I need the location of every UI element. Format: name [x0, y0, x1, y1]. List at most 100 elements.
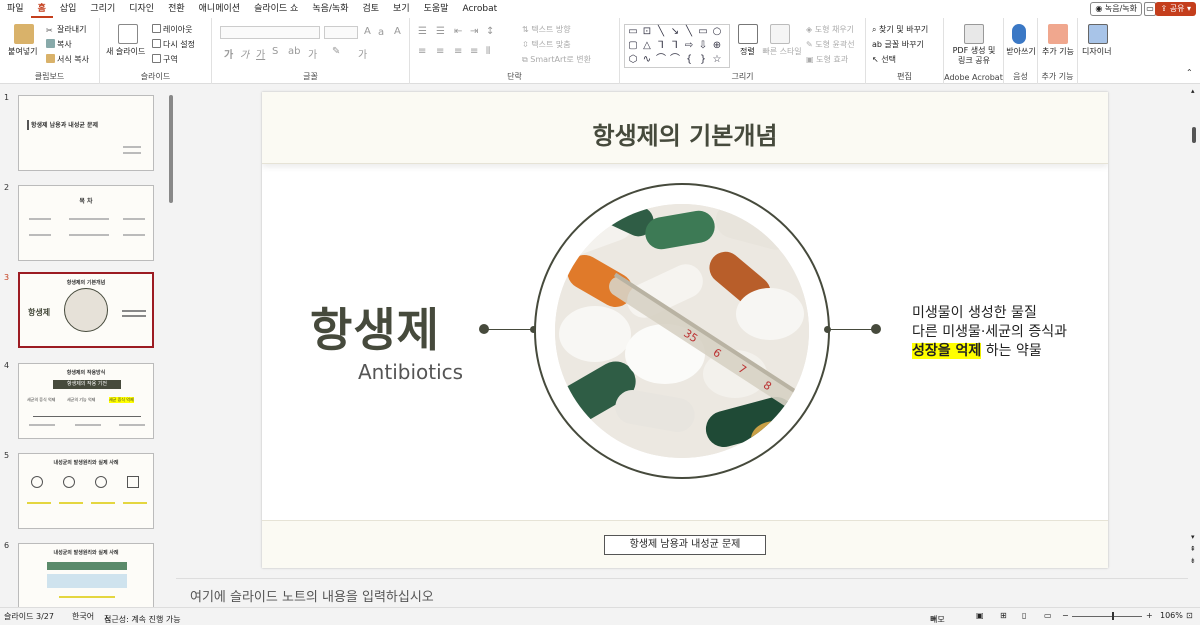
scroll-down-icon[interactable]: ▾: [1191, 533, 1195, 541]
align-right-icon[interactable]: ≡: [454, 46, 462, 57]
clear-format-icon[interactable]: A: [394, 26, 401, 37]
description-line-3[interactable]: 성장을 억제 하는 약물: [912, 340, 1042, 360]
decrease-font-icon[interactable]: a: [378, 27, 384, 38]
line-shape-icon[interactable]: ╲: [655, 26, 667, 38]
strikethrough-icon[interactable]: S: [272, 46, 278, 57]
columns-icon[interactable]: ⫴: [486, 46, 490, 57]
english-term[interactable]: Antibiotics: [358, 360, 463, 384]
language-indicator[interactable]: 한국어: [72, 611, 94, 622]
indent-decrease-icon[interactable]: ⇤: [454, 26, 462, 37]
tab-record[interactable]: 녹음/녹화: [305, 0, 355, 18]
line2-shape-icon[interactable]: ╲: [683, 26, 695, 38]
align-text-button[interactable]: ⇳ 텍스트 맞춤: [522, 39, 571, 50]
slide-canvas[interactable]: 항생제의 기본개념 항생제 Antibiotics 35 6 7 8 미생물이 …: [262, 92, 1108, 568]
footer-title-box[interactable]: 항생제 남용과 내성균 문제: [604, 535, 766, 555]
hexagon-shape-icon[interactable]: ⬡: [627, 54, 639, 66]
shape-effects-button[interactable]: ▣ 도형 효과: [806, 54, 848, 65]
designer-button[interactable]: 디자이너: [1082, 46, 1111, 57]
slide-thumbnail-1[interactable]: 항생제 남용과 내성균 문제: [18, 95, 154, 171]
underline-icon[interactable]: 가: [256, 46, 265, 61]
zoom-slider[interactable]: [1072, 616, 1142, 617]
zoom-level[interactable]: 106%: [1160, 611, 1183, 620]
dictate-button[interactable]: 받아쓰기: [1006, 46, 1036, 57]
select-button[interactable]: ↖ 선택: [872, 54, 896, 65]
zoom-slider-knob[interactable]: [1112, 612, 1114, 620]
slide-thumbnail-2[interactable]: 목 차: [18, 185, 154, 261]
record-button[interactable]: ◉ 녹음/녹화: [1090, 2, 1142, 16]
tab-animations[interactable]: 애니메이션: [192, 0, 247, 18]
shape-outline-button[interactable]: ✎ 도형 윤곽선: [806, 39, 855, 50]
scroll-up-icon[interactable]: ▴: [1191, 87, 1195, 95]
align-center-icon[interactable]: ≡: [436, 46, 444, 57]
pills-image[interactable]: 35 6 7 8: [555, 204, 809, 458]
brace-right-shape-icon[interactable]: }: [697, 54, 709, 66]
more-shapes-icon[interactable]: ⊕: [711, 40, 723, 52]
slide-thumbnail-4[interactable]: 항생제의 작용방식 항생제의 작용 기전 세균의 증식 억제 세균의 기능 억제…: [18, 363, 154, 439]
bullets-icon[interactable]: ☰: [418, 26, 427, 37]
numbering-icon[interactable]: ☰: [436, 26, 445, 37]
brace-left-shape-icon[interactable]: {: [683, 54, 695, 66]
tab-transitions[interactable]: 전환: [161, 0, 192, 18]
tab-help[interactable]: 도움말: [417, 0, 456, 18]
tab-design[interactable]: 디자인: [122, 0, 161, 18]
italic-icon[interactable]: 가: [240, 46, 249, 61]
copy-button[interactable]: 복사: [46, 39, 72, 50]
increase-font-icon[interactable]: A: [364, 26, 371, 37]
tab-file[interactable]: 파일: [0, 0, 31, 18]
align-left-icon[interactable]: ≡: [418, 46, 426, 57]
fit-to-window-icon[interactable]: ⊡: [1186, 611, 1193, 620]
previous-slide-icon[interactable]: ⇞: [1190, 545, 1196, 553]
zoom-in-icon[interactable]: +: [1146, 611, 1153, 620]
slideshow-view-icon[interactable]: ▭: [1044, 611, 1052, 620]
slide-vertical-scrollbar[interactable]: ▴ ▾ ⇞ ⇟: [1188, 85, 1200, 607]
slide-title[interactable]: 항생제의 기본개념: [262, 116, 1108, 151]
slide-thumbnail-6[interactable]: 내성균의 발생원리와 실제 사례: [18, 543, 154, 607]
oval-shape-icon[interactable]: ○: [711, 26, 723, 38]
rounded-rect-shape-icon[interactable]: ▢: [627, 40, 639, 52]
scroll-thumb[interactable]: [169, 95, 173, 203]
triangle-shape-icon[interactable]: △: [641, 40, 653, 52]
slide-thumbnail-5[interactable]: 내성균의 발생원리와 실제 사례: [18, 453, 154, 529]
addins-button[interactable]: 추가 기능: [1042, 46, 1074, 57]
font-color-icon[interactable]: 가: [358, 46, 367, 61]
description-line-2[interactable]: 다른 미생물·세균의 증식과: [912, 321, 1067, 341]
curve-shape-icon[interactable]: ∿: [641, 54, 653, 66]
text-direction-button[interactable]: ⇅ 텍스트 방향: [522, 24, 571, 35]
scroll-thumb[interactable]: [1192, 127, 1196, 143]
create-pdf-button[interactable]: PDF 생성 및 링크 공유: [948, 46, 1000, 66]
new-slide-button[interactable]: 새 슬라이드: [106, 46, 145, 57]
tab-acrobat[interactable]: Acrobat: [455, 0, 504, 18]
right-arrow-shape-icon[interactable]: ⇨: [683, 40, 695, 52]
elbow2-shape-icon[interactable]: ⅂: [669, 40, 681, 52]
slide-thumbnail-3[interactable]: 항생제의 기본개념 항생제: [18, 272, 154, 348]
arc-shape-icon[interactable]: ⌒: [669, 54, 681, 66]
tab-view[interactable]: 보기: [386, 0, 417, 18]
spacing-icon[interactable]: ab: [288, 46, 300, 57]
change-case-icon[interactable]: 가: [308, 46, 317, 61]
tab-home[interactable]: 홈: [30, 0, 53, 18]
shape-fill-button[interactable]: ◈ 도형 채우기: [806, 24, 854, 35]
elbow-shape-icon[interactable]: ⅂: [655, 40, 667, 52]
next-slide-icon[interactable]: ⇟: [1190, 557, 1196, 565]
arrow-shape-icon[interactable]: ↘: [669, 26, 681, 38]
reading-view-icon[interactable]: ▯: [1022, 611, 1026, 620]
rect2-shape-icon[interactable]: ▭: [697, 26, 709, 38]
format-painter-button[interactable]: 서식 복사: [46, 54, 89, 65]
notes-placeholder[interactable]: 여기에 슬라이드 노트의 내용을 입력하십시오: [190, 586, 434, 605]
indent-increase-icon[interactable]: ⇥: [470, 26, 478, 37]
find-button[interactable]: ⌕ 찾기 및 바꾸기: [872, 24, 928, 35]
zoom-out-icon[interactable]: −: [1062, 611, 1069, 620]
tab-draw[interactable]: 그리기: [83, 0, 122, 18]
arrange-button[interactable]: 정렬: [740, 46, 755, 57]
smartart-button[interactable]: ⧉ SmartArt로 변환: [522, 54, 591, 65]
share-button[interactable]: ⇪ 공유 ▾: [1155, 2, 1196, 16]
shapes-gallery[interactable]: ▭ ⊡ ╲ ↘ ╲ ▭ ○ ▢ △ ⅂ ⅂ ⇨ ⇩ ⊕ ⬡ ∿ ⌒ ⌒ { } …: [624, 24, 730, 68]
cut-button[interactable]: ✂ 잘라내기: [46, 24, 86, 35]
textbox-shape-icon[interactable]: ⊡: [641, 26, 653, 38]
layout-button[interactable]: 레이아웃: [152, 24, 192, 35]
font-size-box[interactable]: [324, 26, 358, 39]
reset-button[interactable]: 다시 설정: [152, 39, 195, 50]
down-arrow-shape-icon[interactable]: ⇩: [697, 40, 709, 52]
collapse-ribbon-icon[interactable]: ⌃: [1186, 68, 1193, 77]
highlight-icon[interactable]: ✎: [332, 46, 340, 57]
